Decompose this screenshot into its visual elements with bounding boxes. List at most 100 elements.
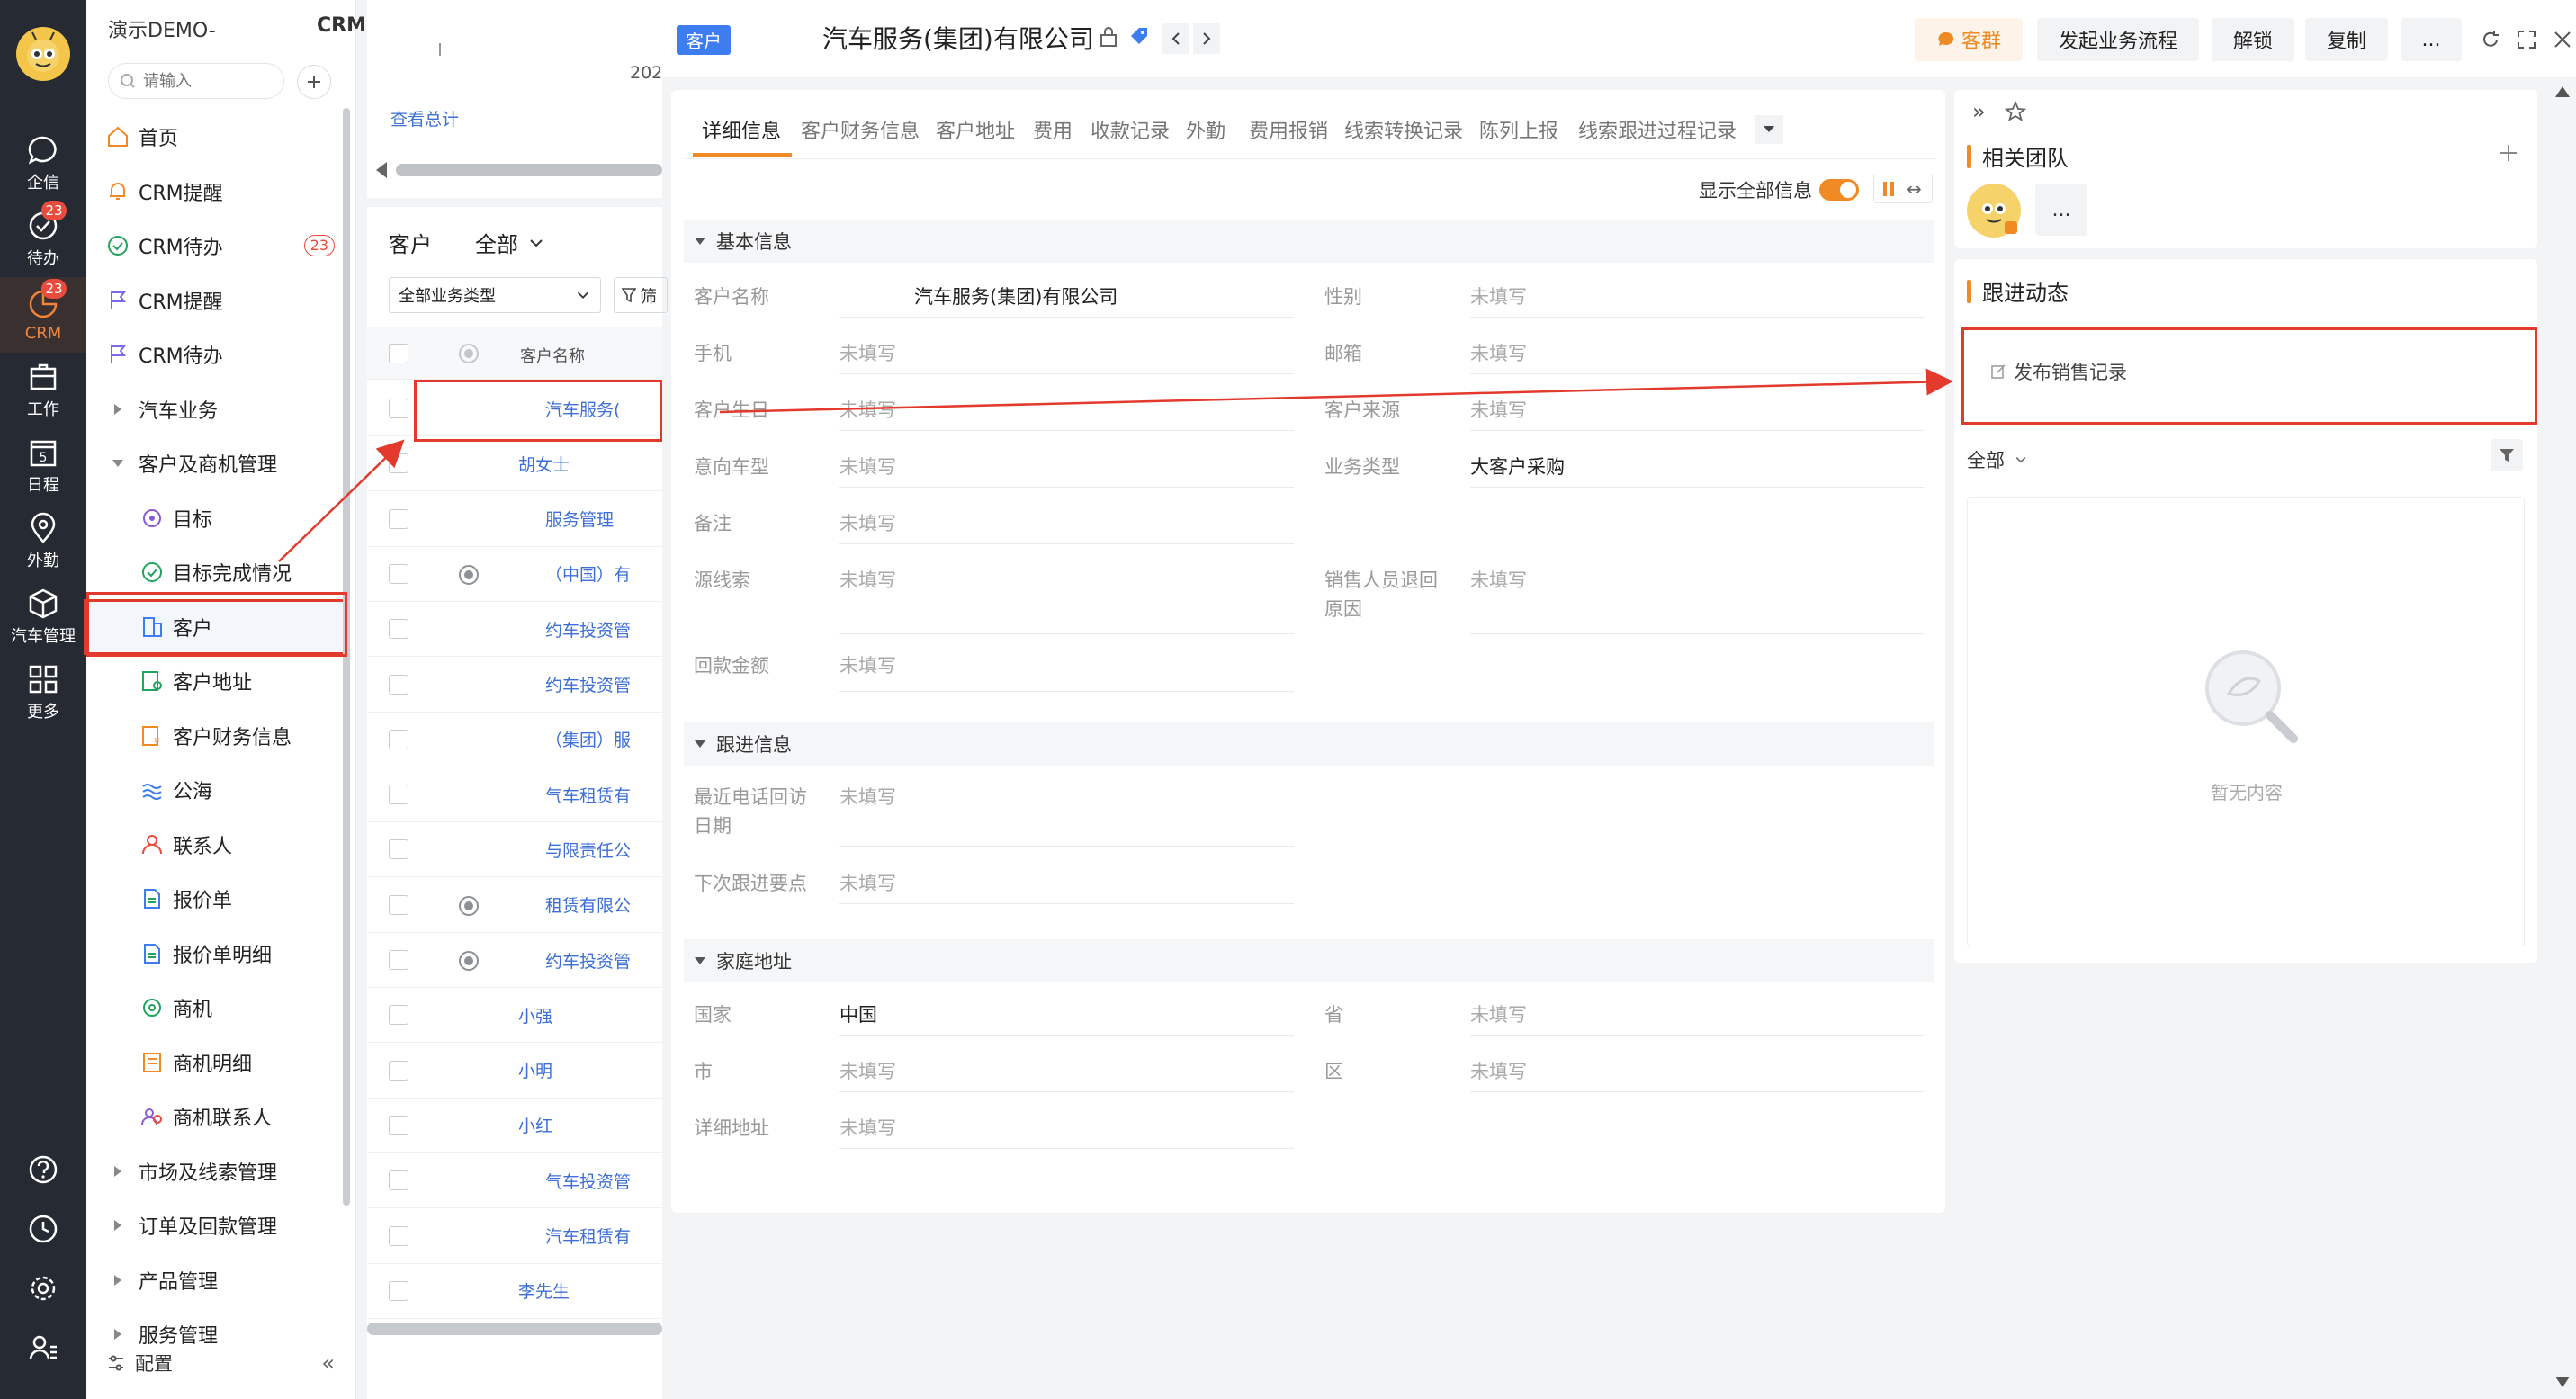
member-avatar[interactable] [1967, 184, 2021, 238]
section-basic[interactable]: 基本信息 [684, 220, 1934, 263]
prev-record-button[interactable] [1162, 23, 1189, 54]
tab-8[interactable]: 陈列上报 [1479, 115, 1558, 144]
nav-item-21[interactable]: 产品管理 [86, 1255, 347, 1305]
table-row[interactable]: 约车投资管 [367, 602, 662, 658]
row-checkbox[interactable] [389, 1280, 408, 1301]
tab-7[interactable]: 线索转换记录 [1344, 115, 1463, 144]
row-checkbox[interactable] [389, 950, 408, 970]
row-customer-name[interactable]: 约车投资管 [545, 672, 662, 696]
row-checkbox[interactable] [389, 563, 408, 584]
row-checkbox[interactable] [389, 1170, 408, 1191]
field-value-biz-type[interactable]: 大客户采购 [1470, 453, 1565, 481]
table-row[interactable]: 约车投资管 [367, 658, 662, 713]
field-value-gender[interactable]: 未填写 [1470, 282, 1527, 311]
list-hscrollbar[interactable] [367, 1323, 662, 1335]
row-checkbox[interactable] [389, 399, 408, 418]
row-customer-name[interactable]: 约车投资管 [545, 948, 662, 973]
follow-scope-dropdown[interactable]: 全部 [1967, 446, 2028, 473]
nav-item-6[interactable]: 客户及商机管理 [86, 438, 347, 489]
field-value-next-point[interactable]: 未填写 [839, 869, 896, 898]
table-row[interactable]: （中国）有 [367, 547, 662, 602]
nav-item-12[interactable]: 公海 [86, 765, 347, 815]
rail-car-mgmt[interactable]: 汽车管理 [0, 579, 86, 655]
row-checkbox[interactable] [389, 508, 408, 529]
row-checkbox[interactable] [389, 839, 408, 860]
tab-9[interactable]: 线索跟进过程记录 [1578, 115, 1737, 144]
star-icon[interactable] [2005, 101, 2026, 122]
table-row[interactable]: 与限责任公 [367, 822, 662, 878]
field-value-source[interactable]: 未填写 [1470, 396, 1527, 425]
row-customer-name[interactable]: 李先生 [518, 1278, 662, 1303]
nav-item-5[interactable]: 汽车业务 [86, 384, 347, 435]
filter-button[interactable]: 筛 [614, 277, 668, 313]
nav-item-3[interactable]: CRM提醒 [86, 275, 347, 326]
field-value-lead-source[interactable]: 未填写 [839, 566, 896, 595]
nav-item-1[interactable]: CRM提醒 [86, 166, 347, 217]
row-customer-name[interactable]: 气车租赁有 [545, 783, 662, 807]
nav-scrollbar[interactable] [343, 108, 350, 1206]
expand-width-icon[interactable]: ↔ [1907, 178, 1922, 200]
table-row[interactable]: 李先生 [367, 1264, 662, 1319]
nav-item-17[interactable]: 商机明细 [86, 1037, 347, 1088]
nav-item-15[interactable]: 报价单明细 [86, 928, 347, 979]
next-record-button[interactable] [1193, 23, 1220, 54]
table-row[interactable]: 气车投资管 [367, 1153, 662, 1209]
row-customer-name[interactable]: 与限责任公 [545, 838, 662, 862]
start-flow-button[interactable]: 发起业务流程 [2037, 18, 2199, 61]
scope-dropdown[interactable]: 全部 [475, 227, 545, 258]
nav-item-16[interactable]: 商机 [86, 982, 347, 1033]
field-value-last-call[interactable]: 未填写 [839, 783, 896, 812]
refresh-icon[interactable] [2474, 23, 2507, 56]
tab-6[interactable]: 费用报销 [1249, 115, 1328, 144]
rail-field[interactable]: 外勤 [0, 504, 86, 579]
layout-toggle[interactable]: ↔ [1873, 175, 1933, 203]
field-value-car-model[interactable]: 未填写 [839, 453, 896, 481]
nav-item-8[interactable]: 目标完成情况 [86, 547, 347, 597]
settings-gear-icon[interactable] [0, 1261, 86, 1315]
field-value-city[interactable]: 未填写 [839, 1057, 896, 1086]
rail-more[interactable]: 更多 [0, 655, 86, 731]
table-row[interactable]: 约车投资管 [367, 933, 662, 988]
scroll-up-icon[interactable] [2555, 86, 2570, 97]
nav-item-2[interactable]: CRM待办 23 [86, 220, 347, 271]
fullscreen-icon[interactable] [2510, 23, 2543, 56]
user-settings-icon[interactable] [0, 1321, 86, 1375]
row-customer-name[interactable]: 服务管理 [545, 507, 662, 531]
tab-1[interactable]: 客户财务信息 [801, 115, 920, 144]
field-value-birthday[interactable]: 未填写 [839, 396, 896, 425]
tab-0[interactable]: 详细信息 [702, 115, 781, 144]
tab-3[interactable]: 费用 [1033, 115, 1073, 144]
biz-type-select[interactable]: 全部业务类型 [389, 277, 601, 313]
show-all-switch[interactable] [1819, 179, 1859, 201]
add-button[interactable] [297, 65, 331, 99]
unlock-button[interactable]: 解锁 [2212, 18, 2294, 61]
rail-work[interactable]: 工作 [0, 353, 86, 428]
row-customer-name[interactable]: 小明 [518, 1058, 662, 1082]
nav-item-11[interactable]: ¥ 客户财务信息 [86, 711, 347, 761]
nav-item-4[interactable]: CRM待办 [86, 329, 347, 380]
close-icon[interactable] [2546, 23, 2576, 56]
nav-item-20[interactable]: 订单及回款管理 [86, 1200, 347, 1251]
tab-4[interactable]: 收款记录 [1091, 115, 1170, 144]
field-value-email[interactable]: 未填写 [1470, 339, 1527, 368]
group-button[interactable]: 客群 [1915, 18, 2023, 61]
rail-qixin[interactable]: 企信 [0, 126, 86, 202]
rail-schedule[interactable]: 5 日程 [0, 428, 86, 504]
row-customer-name[interactable]: （集团）服 [545, 727, 662, 751]
row-checkbox[interactable] [389, 1005, 408, 1026]
table-row[interactable]: 小强 [367, 988, 662, 1044]
nav-item-7[interactable]: 目标 [86, 493, 347, 543]
row-checkbox[interactable] [389, 674, 408, 695]
row-customer-name[interactable]: 小红 [518, 1113, 662, 1137]
row-checkbox[interactable] [389, 619, 408, 640]
row-checkbox[interactable] [389, 729, 408, 749]
nav-item-19[interactable]: 市场及线索管理 [86, 1146, 347, 1197]
nav-search[interactable] [108, 63, 284, 99]
config-row[interactable]: 配置 « [106, 1350, 349, 1377]
row-customer-name[interactable]: （中国）有 [545, 561, 662, 586]
field-value-country[interactable]: 中国 [839, 1000, 877, 1029]
table-row[interactable]: 小红 [367, 1099, 662, 1153]
scroll-down-icon[interactable] [2555, 1377, 2570, 1387]
nav-item-13[interactable]: 联系人 [86, 820, 347, 870]
field-value-address[interactable]: 未填写 [839, 1114, 896, 1143]
